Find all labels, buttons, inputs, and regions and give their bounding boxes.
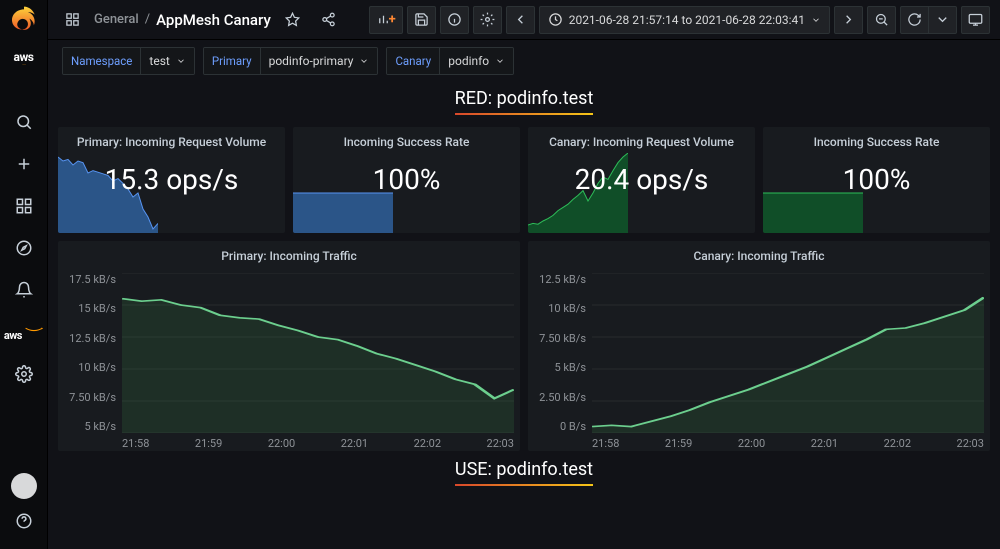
dashboards-icon[interactable] xyxy=(6,188,42,224)
configuration-icon[interactable] xyxy=(6,356,42,392)
chevron-down-icon xyxy=(811,15,821,25)
chevron-down-icon xyxy=(176,56,186,66)
dashboard-content: RED: podinfo.test Primary: Incoming Requ… xyxy=(48,82,1000,549)
row-header-red[interactable]: RED: podinfo.test xyxy=(58,88,990,113)
time-forward-button[interactable] xyxy=(834,6,863,34)
user-avatar[interactable] xyxy=(11,473,37,499)
grafana-logo[interactable] xyxy=(8,4,40,36)
time-range-picker[interactable]: 2021-06-28 21:57:14 to 2021-06-28 22:03:… xyxy=(539,6,830,34)
settings-icon[interactable] xyxy=(473,6,502,34)
chevron-down-icon xyxy=(359,56,369,66)
row-header-use[interactable]: USE: podinfo.test xyxy=(58,459,990,484)
traffic-panels-row: Primary: Incoming Traffic 17.5 kB/s15 kB… xyxy=(58,241,990,451)
panel-primary-traffic[interactable]: Primary: Incoming Traffic 17.5 kB/s15 kB… xyxy=(58,241,520,451)
panel-canary-traffic[interactable]: Canary: Incoming Traffic 12.5 kB/s10 kB/… xyxy=(528,241,990,451)
zoom-out-button[interactable] xyxy=(867,6,896,34)
page-title[interactable]: AppMesh Canary xyxy=(156,11,271,29)
dashboards-nav-icon[interactable] xyxy=(58,6,86,34)
breadcrumb: General / AppMesh Canary xyxy=(94,11,271,29)
main: General / AppMesh Canary + 2021-06-28 21… xyxy=(48,0,1000,549)
panel-canary-request-volume[interactable]: Canary: Incoming Request Volume 20.4 ops… xyxy=(528,127,755,233)
panel-primary-request-volume[interactable]: Primary: Incoming Request Volume 15.3 op… xyxy=(58,127,285,233)
chevron-down-icon xyxy=(495,56,505,66)
var-namespace-value[interactable]: test xyxy=(141,48,193,74)
panel-canary-success-rate[interactable]: Incoming Success Rate 100% xyxy=(763,127,990,233)
topbar: General / AppMesh Canary + 2021-06-28 21… xyxy=(48,0,1000,40)
search-icon[interactable] xyxy=(6,104,42,140)
variable-bar: Namespace test Primary podinfo-primary C… xyxy=(48,40,1000,82)
aws-brand: aws xyxy=(4,42,44,72)
stat-panels-row: Primary: Incoming Request Volume 15.3 op… xyxy=(58,127,990,233)
sidebar: aws aws xyxy=(0,0,48,549)
aws-sidebar-icon[interactable]: aws xyxy=(4,314,44,350)
breadcrumb-folder[interactable]: General xyxy=(94,12,139,27)
x-axis: 21:5821:5922:0022:0122:0222:03 xyxy=(592,437,984,450)
var-namespace: Namespace test xyxy=(62,47,195,75)
info-icon[interactable] xyxy=(440,6,469,34)
var-primary-value[interactable]: podinfo-primary xyxy=(261,48,378,74)
x-axis: 21:5821:5922:0022:0122:0222:03 xyxy=(122,437,514,450)
kiosk-button[interactable] xyxy=(961,6,990,34)
explore-icon[interactable] xyxy=(6,230,42,266)
y-axis: 12.5 kB/s10 kB/s7.50 kB/s5 kB/s2.50 kB/s… xyxy=(534,273,592,433)
help-icon[interactable] xyxy=(6,503,42,539)
share-icon[interactable] xyxy=(315,6,343,34)
time-back-button[interactable] xyxy=(506,6,535,34)
alerting-icon[interactable] xyxy=(6,272,42,308)
var-canary: Canary podinfo xyxy=(386,47,514,75)
create-icon[interactable] xyxy=(6,146,42,182)
var-primary: Primary podinfo-primary xyxy=(203,47,379,75)
star-icon[interactable] xyxy=(279,6,307,34)
save-button[interactable] xyxy=(407,6,436,34)
y-axis: 17.5 kB/s15 kB/s12.5 kB/s10 kB/s7.50 kB/… xyxy=(64,273,122,433)
refresh-button[interactable] xyxy=(900,6,929,34)
panel-primary-success-rate[interactable]: Incoming Success Rate 100% xyxy=(293,127,520,233)
time-range-label: 2021-06-28 21:57:14 to 2021-06-28 22:03:… xyxy=(569,13,805,27)
add-panel-button[interactable]: + xyxy=(369,6,403,34)
var-canary-value[interactable]: podinfo xyxy=(440,48,513,74)
refresh-interval-button[interactable] xyxy=(929,6,957,34)
